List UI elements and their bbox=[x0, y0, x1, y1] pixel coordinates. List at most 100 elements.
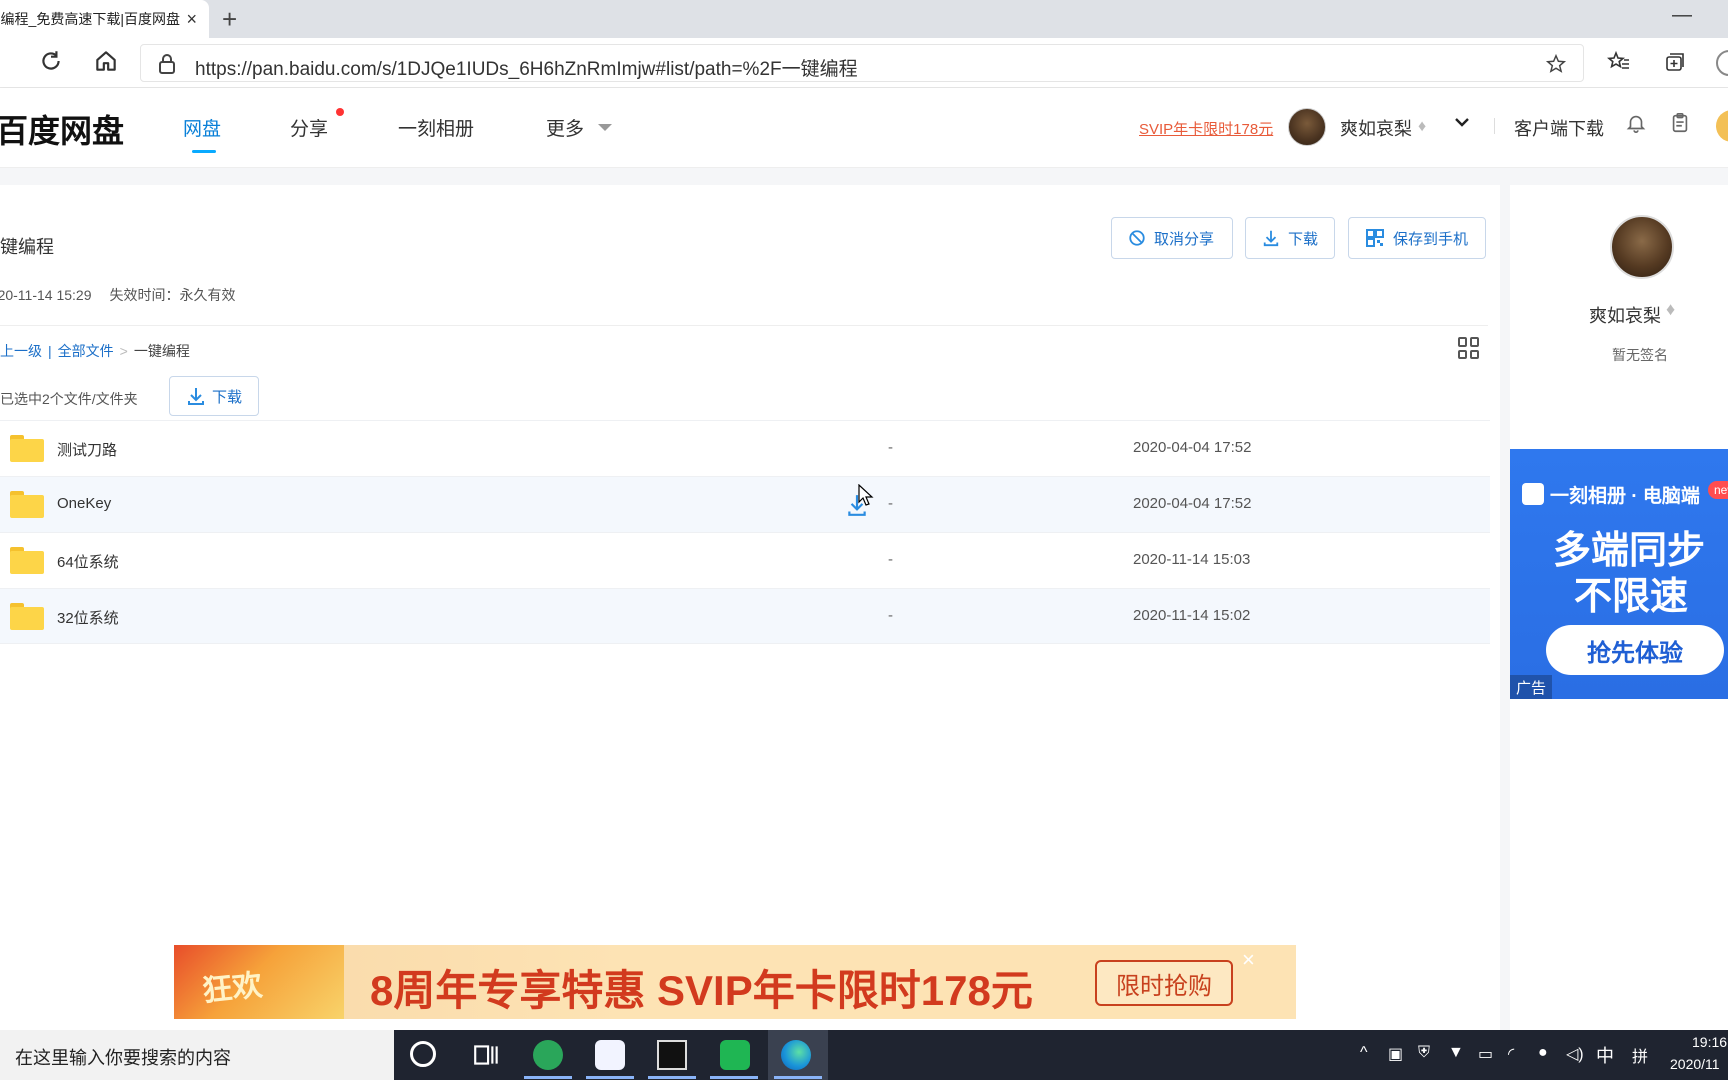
clock-time[interactable]: 19:16 bbox=[1692, 1034, 1727, 1050]
bell-icon[interactable] bbox=[1625, 112, 1647, 134]
volume-icon[interactable]: ◁) bbox=[1566, 1044, 1584, 1064]
profile-icon[interactable] bbox=[1716, 50, 1728, 76]
file-size: - bbox=[888, 439, 893, 456]
file-name[interactable]: 测试刀路 bbox=[57, 439, 117, 460]
nav-netdisk[interactable]: 网盘 bbox=[183, 114, 221, 141]
edge-browser-icon[interactable] bbox=[781, 1040, 811, 1070]
minimize-button[interactable]: — bbox=[1672, 4, 1692, 27]
browser-tab-strip: 一键编程_免费高速下载|百度网盘 × + — bbox=[0, 0, 1728, 38]
album-logo-icon bbox=[1522, 483, 1544, 505]
banner-buy-button[interactable]: 限时抢购 bbox=[1095, 960, 1233, 1006]
task-view-icon[interactable] bbox=[472, 1040, 502, 1070]
file-name[interactable]: OneKey bbox=[57, 495, 111, 512]
sidebar-signature: 暂无签名 bbox=[1612, 347, 1668, 363]
expire-value: 永久有效 bbox=[179, 287, 236, 303]
cancel-share-label: 取消分享 bbox=[1154, 230, 1215, 248]
table-row[interactable]: OneKey - 2020-04-04 17:52 bbox=[0, 476, 1490, 532]
cancel-share-button[interactable]: 取消分享 bbox=[1111, 217, 1233, 259]
file-size: - bbox=[888, 607, 893, 624]
nav-more[interactable]: 更多 bbox=[546, 114, 584, 141]
ime-language[interactable]: 中 bbox=[1596, 1042, 1614, 1068]
browser-tab[interactable]: 一键编程_免费高速下载|百度网盘 × bbox=[0, 0, 209, 38]
nav-album[interactable]: 一刻相册 bbox=[398, 114, 474, 141]
ime-mode[interactable]: 拼 bbox=[1632, 1043, 1648, 1067]
table-row[interactable]: 测试刀路 - 2020-04-04 17:52 bbox=[0, 420, 1490, 476]
divider bbox=[1494, 118, 1495, 134]
clock-date[interactable]: 2020/11 bbox=[1670, 1056, 1720, 1072]
taskbar-search-placeholder: 在这里输入你要搜索的内容 bbox=[15, 1048, 231, 1068]
close-tab-icon[interactable]: × bbox=[186, 9, 197, 30]
nav-share[interactable]: 分享 bbox=[290, 114, 328, 141]
baidu-netdisk-app-icon[interactable] bbox=[595, 1040, 625, 1070]
avatar[interactable] bbox=[1610, 215, 1674, 279]
save-to-phone-label: 保存到手机 bbox=[1393, 230, 1469, 248]
ad-panel[interactable]: 一刻相册 · 电脑端 new 多端同步 不限速 抢先体验 广告 bbox=[1510, 449, 1728, 699]
breadcrumb-all-files[interactable]: 全部文件 bbox=[58, 343, 114, 359]
url-text[interactable]: https://pan.baidu.com/s/1DJQe1IUDs_6H6hZ… bbox=[195, 54, 858, 81]
taskbar-search-box[interactable]: 在这里输入你要搜索的内容 bbox=[0, 1030, 394, 1080]
breadcrumb-separator: > bbox=[119, 343, 128, 359]
sidebar-username[interactable]: 爽如哀梨 bbox=[1589, 302, 1661, 328]
wifi-icon[interactable]: ◜ bbox=[1508, 1044, 1514, 1064]
breadcrumb-up[interactable]: 上一级 bbox=[0, 343, 42, 359]
lock-icon[interactable] bbox=[157, 52, 177, 76]
browser-toolbar: https://pan.baidu.com/s/1DJQe1IUDs_6H6hZ… bbox=[0, 38, 1728, 88]
home-icon[interactable] bbox=[93, 48, 119, 74]
ad-cta-button[interactable]: 抢先体验 bbox=[1546, 625, 1724, 675]
table-row[interactable]: 32位系统 - 2020-11-14 15:02 bbox=[0, 588, 1490, 644]
promo-banner[interactable]: 狂欢 8周年专享特惠 SVIP年卡限时178元 限时抢购 × bbox=[174, 945, 1296, 1019]
screen-recorder-app-icon[interactable] bbox=[657, 1040, 687, 1070]
chevron-down-icon[interactable] bbox=[1452, 112, 1472, 132]
ad-brand-text: 一刻相册 · 电脑端 bbox=[1550, 486, 1700, 507]
table-row[interactable]: 64位系统 - 2020-11-14 15:03 bbox=[0, 532, 1490, 588]
show-hidden-icons-icon[interactable]: ^ bbox=[1360, 1044, 1368, 1062]
download-button[interactable]: 下载 bbox=[1245, 217, 1335, 259]
folder-icon bbox=[10, 491, 44, 518]
qq-icon[interactable]: ● bbox=[1538, 1044, 1548, 1062]
folder-icon bbox=[10, 547, 44, 574]
file-name[interactable]: 64位系统 bbox=[57, 551, 119, 572]
avatar[interactable] bbox=[1288, 108, 1326, 146]
nav-active-indicator bbox=[192, 150, 216, 153]
battery-icon[interactable]: ▭ bbox=[1478, 1044, 1493, 1064]
download-icon bbox=[187, 388, 204, 405]
site-logo[interactable]: 百度网盘 bbox=[0, 106, 124, 152]
favorites-icon[interactable] bbox=[1607, 50, 1631, 74]
svip-promo-link[interactable]: SVIP年卡限时178元 bbox=[1139, 118, 1273, 139]
bluetooth-icon[interactable]: ▣ bbox=[1388, 1044, 1403, 1064]
folder-icon bbox=[10, 435, 44, 462]
cortana-icon[interactable] bbox=[410, 1041, 436, 1067]
save-to-phone-button[interactable]: 保存到手机 bbox=[1348, 217, 1486, 259]
new-tab-button[interactable]: + bbox=[222, 4, 237, 35]
file-list: 测试刀路 - 2020-04-04 17:52 OneKey - 2020-04… bbox=[0, 420, 1490, 644]
client-download-link[interactable]: 客户端下载 bbox=[1514, 115, 1604, 141]
banner-text: 8周年专享特惠 SVIP年卡限时178元 bbox=[370, 967, 1033, 1014]
shield-icon[interactable]: ⛨ bbox=[1418, 1044, 1430, 1062]
favorite-star-icon[interactable] bbox=[1545, 53, 1567, 75]
security-icon[interactable]: ▼ bbox=[1448, 1044, 1464, 1062]
grid-view-icon[interactable] bbox=[1458, 337, 1480, 359]
collections-icon[interactable] bbox=[1663, 50, 1687, 74]
close-icon[interactable]: × bbox=[1242, 947, 1255, 973]
music-app-icon[interactable] bbox=[533, 1040, 563, 1070]
username[interactable]: 爽如哀梨 bbox=[1340, 115, 1412, 141]
file-date: 2020-11-14 15:03 bbox=[1133, 551, 1251, 568]
share-meta: 2020-11-14 15:29 失效时间：永久有效 bbox=[0, 285, 236, 305]
file-size: - bbox=[888, 551, 893, 568]
folder-icon bbox=[10, 603, 44, 630]
wechat-app-icon[interactable] bbox=[720, 1040, 750, 1070]
file-name[interactable]: 32位系统 bbox=[57, 607, 119, 628]
vip-diamond-icon: ♦ bbox=[1418, 118, 1427, 135]
file-date: 2020-11-14 15:02 bbox=[1133, 607, 1251, 624]
file-date: 2020-04-04 17:52 bbox=[1133, 495, 1252, 512]
selection-download-button[interactable]: 下载 bbox=[169, 376, 259, 416]
clipboard-icon[interactable] bbox=[1669, 112, 1691, 134]
caret-down-icon[interactable] bbox=[598, 124, 612, 131]
address-bar[interactable]: https://pan.baidu.com/s/1DJQe1IUDs_6H6hZ… bbox=[140, 44, 1584, 82]
download-label: 下载 bbox=[1287, 230, 1318, 248]
breadcrumb-current: 一键编程 bbox=[133, 343, 190, 359]
qrcode-icon bbox=[1366, 229, 1384, 247]
forbidden-icon bbox=[1129, 230, 1145, 246]
activity-icon[interactable] bbox=[1716, 110, 1728, 142]
reload-icon[interactable] bbox=[38, 48, 64, 74]
